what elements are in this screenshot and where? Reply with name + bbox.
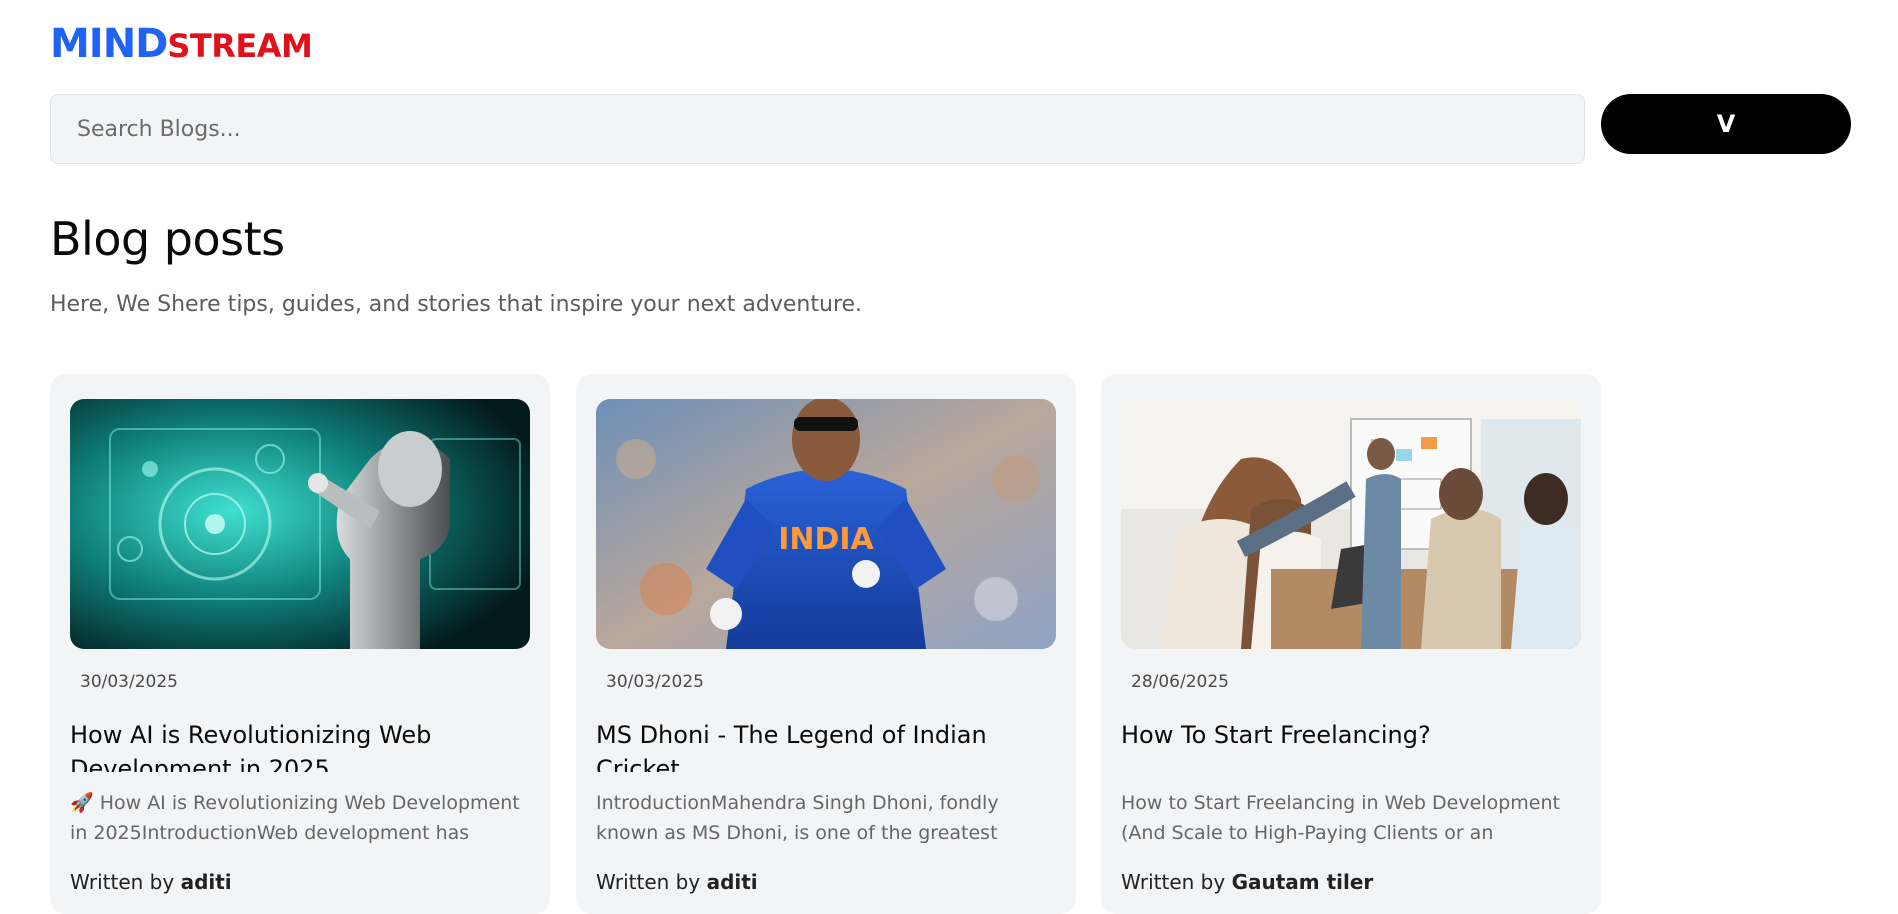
- blog-card-author-name: aditi: [706, 870, 758, 894]
- blog-card-author-prefix: Written by: [70, 870, 175, 894]
- blog-card-author-prefix: Written by: [596, 870, 701, 894]
- blog-card-ai[interactable]: 30/03/2025 How AI is Revolutionizing Web…: [50, 374, 550, 914]
- blog-card-author-name: Gautam tiler: [1231, 870, 1374, 894]
- blog-card-image-cricketer: INDIA: [596, 399, 1056, 649]
- blog-card-author: Written by Gautam tiler: [1121, 870, 1373, 894]
- blog-card-date: 30/03/2025: [606, 672, 704, 692]
- blog-card-freelancing[interactable]: 28/06/2025 How To Start Freelancing? How…: [1101, 374, 1601, 914]
- search-input[interactable]: [50, 94, 1585, 164]
- blog-card-excerpt: 🚀 How AI is Revolutionizing Web Developm…: [70, 792, 520, 844]
- blog-card-image-office-meeting: [1121, 399, 1581, 649]
- page-title: Blog posts: [50, 212, 285, 266]
- brand-logo-stream: STREAM: [167, 27, 313, 65]
- blog-card-date: 28/06/2025: [1131, 672, 1229, 692]
- blog-card-title[interactable]: How AI is Revolutionizing Web Developmen…: [70, 718, 520, 772]
- blog-card-image-ai-robot: [70, 399, 530, 649]
- blog-card-date: 30/03/2025: [80, 672, 178, 692]
- brand-logo[interactable]: MINDSTREAM: [50, 21, 313, 67]
- brand-logo-mind: MIND: [50, 21, 168, 67]
- page-subtitle: Here, We Shere tips, guides, and stories…: [50, 292, 863, 317]
- profile-button[interactable]: V: [1601, 94, 1851, 154]
- blog-card-excerpt: IntroductionMahendra Singh Dhoni, fondly…: [596, 792, 999, 844]
- blog-card-author: Written by aditi: [596, 870, 758, 894]
- blog-card-title[interactable]: How To Start Freelancing?: [1121, 718, 1571, 772]
- profile-initial: V: [1716, 110, 1736, 138]
- blog-card-dhoni[interactable]: INDIA 30/03/2025 MS Dhoni - The Legend o…: [576, 374, 1076, 914]
- svg-text:INDIA: INDIA: [778, 522, 874, 557]
- blog-card-excerpt: How to Start Freelancing in Web Developm…: [1121, 792, 1560, 844]
- blog-card-author: Written by aditi: [70, 870, 232, 894]
- blog-card-title[interactable]: MS Dhoni - The Legend of Indian Cricket: [596, 718, 1046, 772]
- blog-card-author-prefix: Written by: [1121, 870, 1226, 894]
- blog-card-author-name: aditi: [180, 870, 232, 894]
